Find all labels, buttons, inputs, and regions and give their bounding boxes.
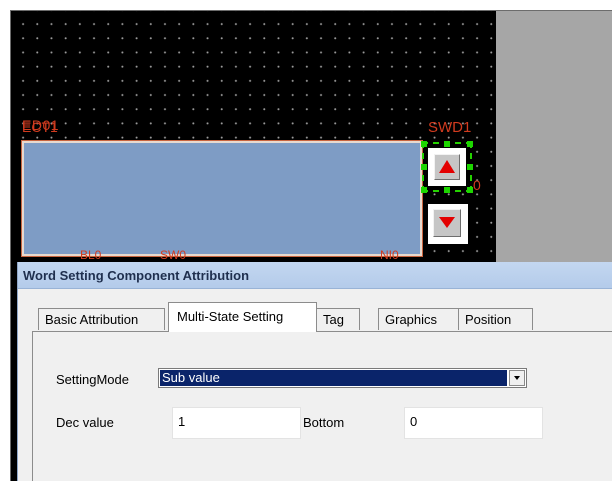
resize-handle-right[interactable] [467,164,473,170]
setting-mode-value: Sub value [160,370,507,386]
resize-handle-bottom-right[interactable] [467,187,473,193]
dropdown-button[interactable] [509,370,525,386]
attribution-dialog: Word Setting Component Attribution Basic… [17,262,612,481]
tab-position[interactable]: Position [458,308,533,330]
tab-tag[interactable]: Tag [316,308,360,330]
word-display-component[interactable] [21,140,423,257]
component-tag-bl: BL0 [80,248,102,262]
setting-mode-select[interactable]: Sub value [158,368,527,388]
dec-value-text: 1 [178,414,186,429]
setting-mode-label: SettingMode [56,372,129,387]
multi-state-panel: SettingMode Sub value Dec value 1 Bottom… [32,331,612,481]
increment-button-face [434,154,460,180]
triangle-up-icon [439,160,455,173]
decrement-button[interactable] [428,204,468,244]
window-left-edge [0,0,10,481]
increment-button[interactable] [428,148,466,186]
component-tag-ni: NI0 [380,248,399,262]
dec-value-label: Dec value [56,415,114,430]
tab-basic-attribution[interactable]: Basic Attribution [38,308,165,330]
component-tag-swd: SWD1 [428,119,472,136]
resize-handle-top-left[interactable] [421,141,427,147]
component-tag-sw: SW0 [160,248,187,262]
chevron-down-icon [514,376,520,380]
canvas-border-left [10,10,11,481]
resize-handle-bottom-left[interactable] [421,187,427,193]
canvas-border-top [10,10,612,11]
resize-handle-bottom[interactable] [444,187,450,193]
bottom-input[interactable]: 0 [404,407,543,439]
window-top-edge [0,0,612,10]
dialog-title: Word Setting Component Attribution [23,268,250,283]
decrement-button-face [433,209,461,237]
component-tag-ed: ED01 [22,117,60,133]
triangle-down-icon [439,217,455,228]
tab-graphics[interactable]: Graphics [378,308,459,330]
bottom-label: Bottom [303,415,345,430]
screen: ECT1 ED01 SWD1 0 BL0 SW0 NI0 Word Settin… [0,0,612,481]
bottom-value-text: 0 [410,414,418,429]
resize-handle-left[interactable] [421,164,427,170]
resize-handle-top-right[interactable] [467,141,473,147]
dialog-titlebar[interactable]: Word Setting Component Attribution [18,262,612,289]
canvas-outside-area [496,10,612,262]
resize-handle-top[interactable] [444,141,450,147]
dec-value-input[interactable]: 1 [172,407,301,439]
tab-multi-state-setting[interactable]: Multi-State Setting [168,302,317,332]
component-tag-fragment: 0 [473,177,481,193]
